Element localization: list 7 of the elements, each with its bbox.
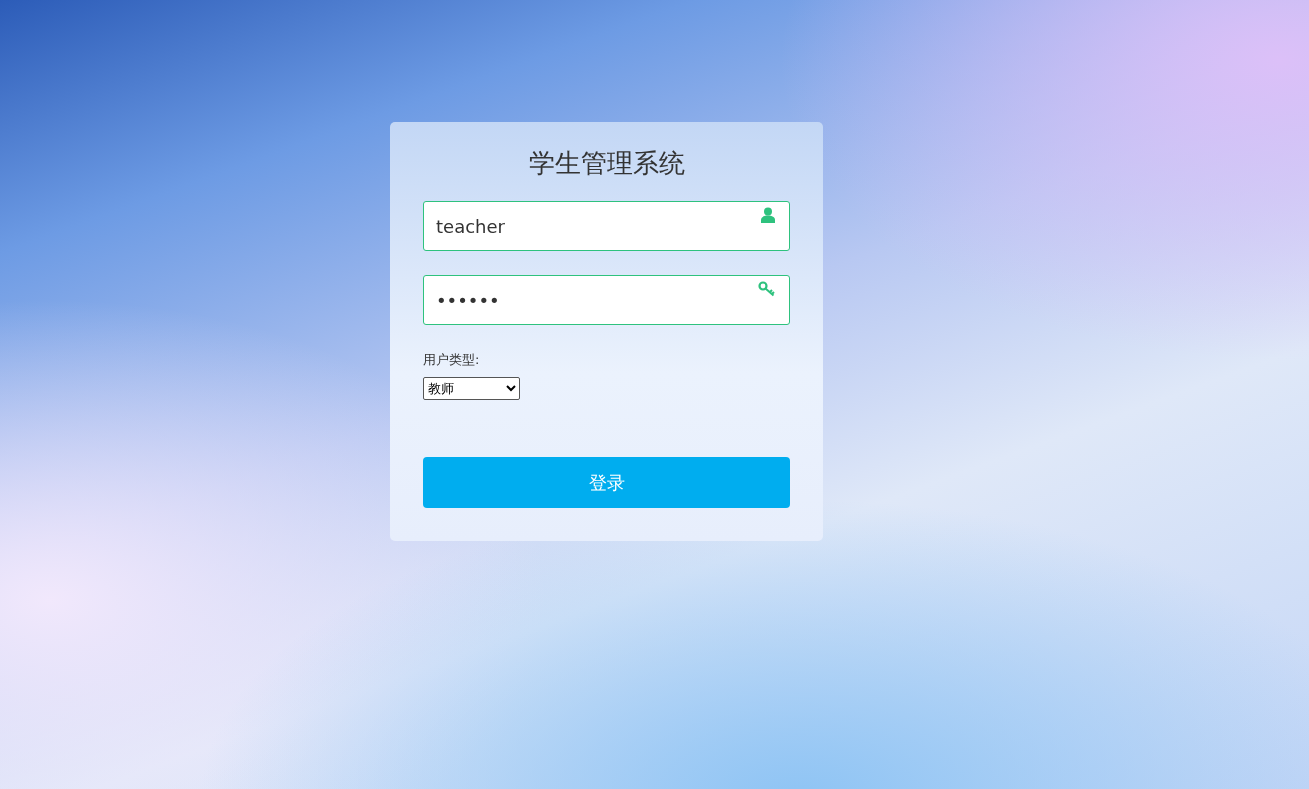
password-field[interactable]: •••••• bbox=[423, 275, 790, 325]
login-title: 学生管理系统 bbox=[528, 147, 685, 180]
user-type-label: 用户类型: bbox=[423, 351, 480, 369]
user-type-select[interactable]: 教师 bbox=[423, 377, 520, 400]
username-field[interactable]: teacher bbox=[423, 201, 790, 251]
key-icon bbox=[758, 281, 776, 297]
user-icon bbox=[760, 207, 776, 223]
